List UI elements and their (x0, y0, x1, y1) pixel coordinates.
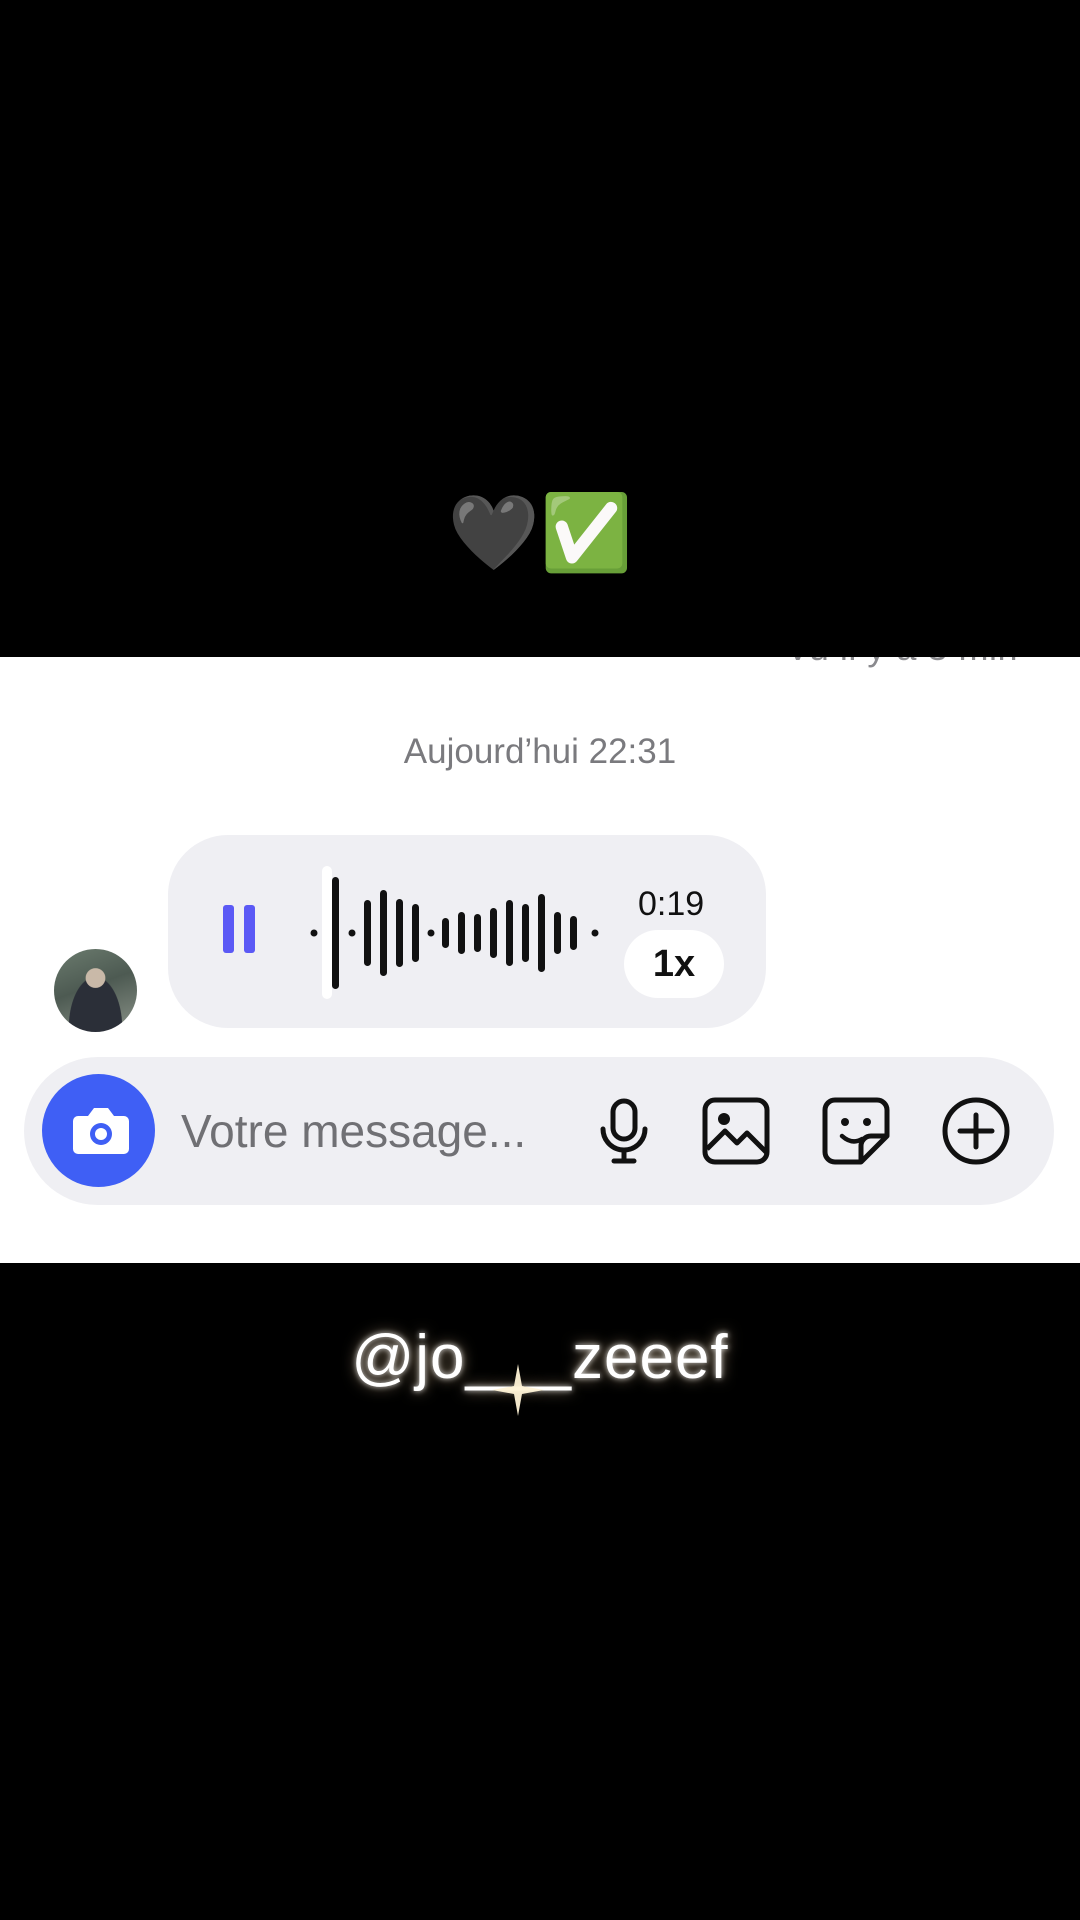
wave-dot (310, 929, 318, 937)
voice-message-bubble[interactable]: 0:19 1x (168, 835, 766, 1028)
wave-bar (458, 912, 465, 954)
wave-bar (506, 900, 513, 966)
pause-icon[interactable] (223, 905, 257, 955)
emoji-overlay: 🖤✅ (447, 490, 633, 576)
date-separator: Aujourd’hui 22:31 (403, 732, 677, 771)
wave-bar (412, 904, 419, 962)
camera-icon (73, 1108, 129, 1154)
wave-bar (538, 894, 545, 972)
waveform[interactable] (308, 860, 608, 1005)
wave-dot (591, 929, 599, 937)
microphone-icon[interactable] (588, 1095, 660, 1167)
message-input[interactable] (181, 1091, 551, 1171)
wave-bar (522, 904, 529, 962)
wave-bar (554, 912, 561, 954)
wave-dot (427, 929, 435, 937)
gallery-icon[interactable] (700, 1095, 772, 1167)
camera-button[interactable] (42, 1074, 155, 1187)
wave-bar (332, 877, 339, 989)
wave-dot (348, 929, 356, 937)
seen-status: Vu il y a 3 min (786, 657, 1018, 669)
wave-bar (364, 900, 371, 966)
message-composer (24, 1057, 1054, 1205)
wave-bar (442, 918, 449, 948)
chat-panel: Vu il y a 3 min Aujourd’hui 22:31 (0, 657, 1080, 1263)
wave-bar (396, 899, 403, 967)
wave-bar (570, 916, 577, 950)
sticker-icon[interactable] (820, 1095, 892, 1167)
wave-bar (490, 908, 497, 958)
plus-circle-icon[interactable] (940, 1095, 1012, 1167)
playhead[interactable] (322, 866, 332, 999)
sparkle-icon (492, 1364, 544, 1416)
voice-duration: 0:19 (638, 885, 705, 923)
wave-bar (474, 914, 481, 952)
wave-bar (380, 890, 387, 976)
playback-speed-button[interactable]: 1x (624, 930, 724, 998)
screen: 🖤✅ Vu il y a 3 min Aujourd’hui 22:31 (0, 0, 1080, 1920)
avatar[interactable] (54, 949, 137, 1032)
